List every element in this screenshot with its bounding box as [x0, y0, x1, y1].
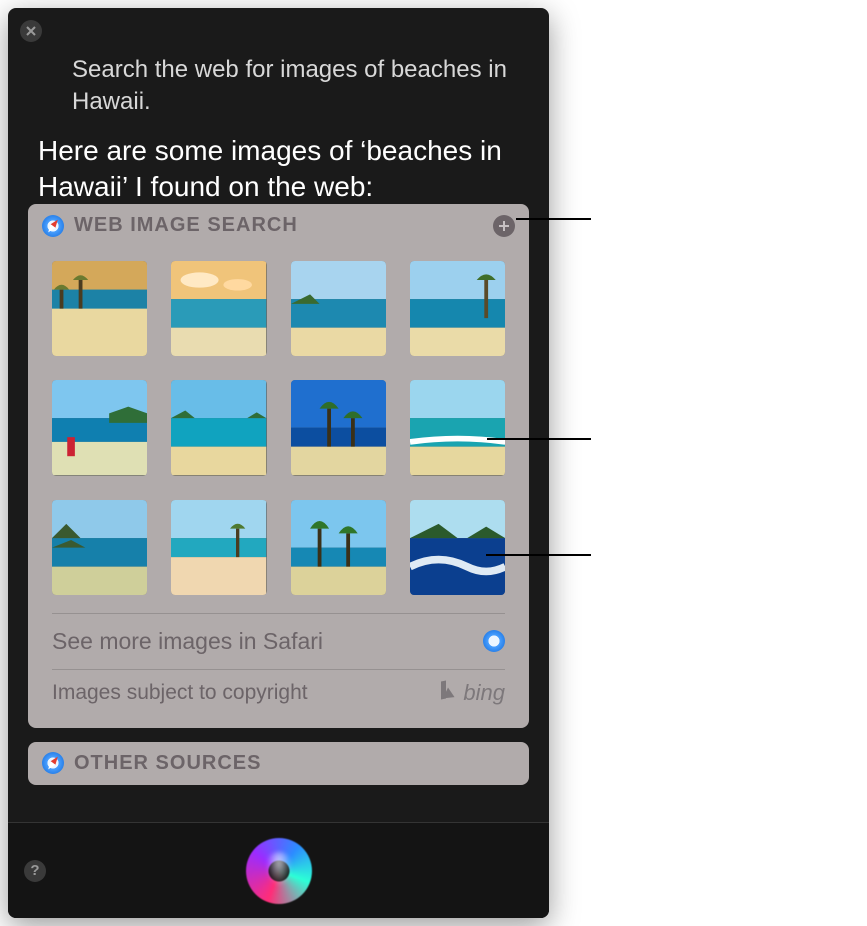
safari-icon [42, 215, 64, 237]
results-area: WEB IMAGE SEARCH [28, 204, 529, 822]
image-result[interactable] [291, 261, 386, 356]
image-result[interactable] [171, 380, 266, 475]
copyright-row: Images subject to copyright bing [28, 670, 529, 728]
image-result[interactable] [52, 500, 147, 595]
image-result[interactable] [52, 380, 147, 475]
help-button[interactable]: ? [24, 860, 46, 882]
callout-line [486, 554, 591, 556]
card-header: OTHER SOURCES [28, 742, 529, 785]
see-more-label: See more images in Safari [52, 628, 473, 655]
plus-icon [498, 220, 510, 232]
image-result[interactable] [171, 261, 266, 356]
image-grid [28, 247, 529, 613]
card-title: OTHER SOURCES [74, 752, 515, 775]
web-image-search-card: WEB IMAGE SEARCH [28, 204, 529, 728]
callout-line [516, 218, 591, 220]
pin-result-button[interactable] [493, 215, 515, 237]
image-result[interactable] [291, 380, 386, 475]
copyright-label: Images subject to copyright [52, 681, 439, 705]
siri-orb-icon[interactable] [246, 838, 312, 904]
provider-name: bing [463, 680, 505, 706]
image-result[interactable] [171, 500, 266, 595]
safari-icon [42, 752, 64, 774]
bing-logo-icon: bing [439, 680, 505, 706]
close-icon [26, 26, 36, 36]
see-more-link[interactable]: See more images in Safari [28, 614, 529, 669]
callout-line [487, 438, 591, 440]
siri-panel: Search the web for images of beaches in … [8, 8, 549, 918]
image-result[interactable] [410, 261, 505, 356]
close-button[interactable] [20, 20, 42, 42]
image-result[interactable] [410, 500, 505, 595]
image-result[interactable] [291, 500, 386, 595]
safari-icon [483, 630, 505, 652]
card-header: WEB IMAGE SEARCH [28, 204, 529, 247]
user-query: Search the web for images of beaches in … [8, 8, 549, 129]
bottom-bar: ? [8, 822, 549, 918]
other-sources-card: OTHER SOURCES [28, 742, 529, 785]
card-title: WEB IMAGE SEARCH [74, 214, 483, 237]
image-result[interactable] [410, 380, 505, 475]
image-result[interactable] [52, 261, 147, 356]
